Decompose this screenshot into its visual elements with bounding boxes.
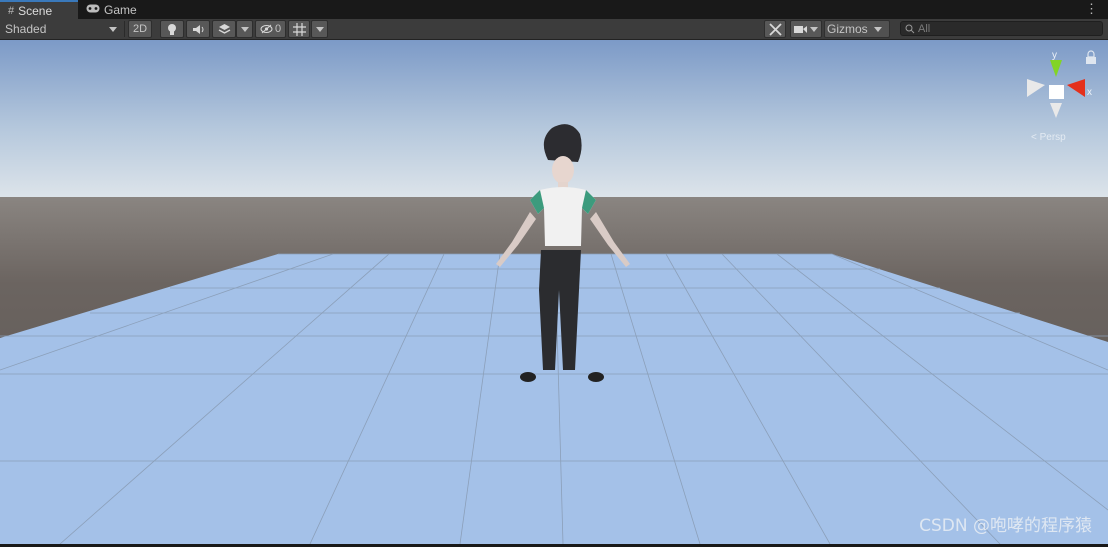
chevron-down-icon — [810, 26, 818, 32]
chevron-down-icon — [240, 26, 249, 32]
tab-game-label: Game — [104, 2, 137, 17]
effects-toggle-button[interactable] — [212, 20, 236, 38]
lighting-toggle-button[interactable] — [160, 20, 184, 38]
tools-icon — [768, 22, 782, 36]
chevron-down-icon — [315, 26, 324, 32]
draw-mode-dropdown[interactable]: Shaded — [0, 20, 122, 38]
more-options-icon[interactable]: ⋮ — [1085, 1, 1098, 17]
2d-label: 2D — [132, 23, 148, 35]
search-icon — [905, 24, 915, 33]
grid-dropdown-button[interactable] — [311, 20, 328, 38]
gamepad-icon — [86, 4, 100, 16]
projection-toggle[interactable]: < Persp — [1031, 132, 1066, 143]
effects-dropdown-button[interactable] — [236, 20, 253, 38]
tab-scene-label: Scene — [18, 3, 53, 18]
gizmo-x-label: x — [1087, 87, 1092, 98]
scene-visibility-button[interactable]: 0 — [255, 20, 286, 38]
gizmo-y-label: y — [1052, 50, 1057, 61]
chevron-down-icon — [109, 26, 117, 32]
watermark-text: CSDN @咆哮的程序猿 — [919, 516, 1092, 536]
scene-viewport[interactable]: y x < Persp CSDN @咆哮的程序猿 — [0, 40, 1108, 544]
tab-game[interactable]: Game — [78, 0, 148, 19]
lightbulb-icon — [168, 23, 176, 35]
hidden-count: 0 — [274, 23, 282, 35]
gizmos-dropdown[interactable]: Gizmos — [824, 20, 890, 38]
camera-icon — [794, 25, 807, 33]
draw-mode-label: Shaded — [5, 22, 47, 36]
camera-settings-button[interactable] — [790, 20, 822, 38]
search-input[interactable] — [918, 22, 1098, 35]
tools-button[interactable] — [764, 20, 786, 38]
hidden-eye-icon — [260, 24, 273, 34]
scene-render: y x — [0, 40, 1108, 544]
lock-icon-body — [1086, 57, 1096, 64]
grid-toggle-button[interactable] — [288, 20, 310, 38]
2d-toggle-button[interactable]: 2D — [128, 20, 152, 38]
toolbar-divider — [124, 21, 125, 37]
gizmo-center-cube[interactable] — [1049, 85, 1064, 99]
effects-layers-icon — [218, 24, 230, 34]
gizmos-label: Gizmos — [827, 22, 868, 36]
chevron-down-icon — [873, 26, 882, 32]
audio-toggle-button[interactable] — [186, 20, 210, 38]
scene-search-field[interactable] — [900, 21, 1103, 36]
grid-icon: # — [8, 4, 15, 17]
tab-scene[interactable]: # Scene — [0, 0, 78, 19]
grid-snap-icon — [292, 22, 306, 36]
tab-bar: # Scene Game ⋮ — [0, 0, 1108, 19]
scene-toolbar: Shaded 2D 0 Gizmos — [0, 19, 1108, 40]
speaker-icon — [192, 24, 203, 34]
